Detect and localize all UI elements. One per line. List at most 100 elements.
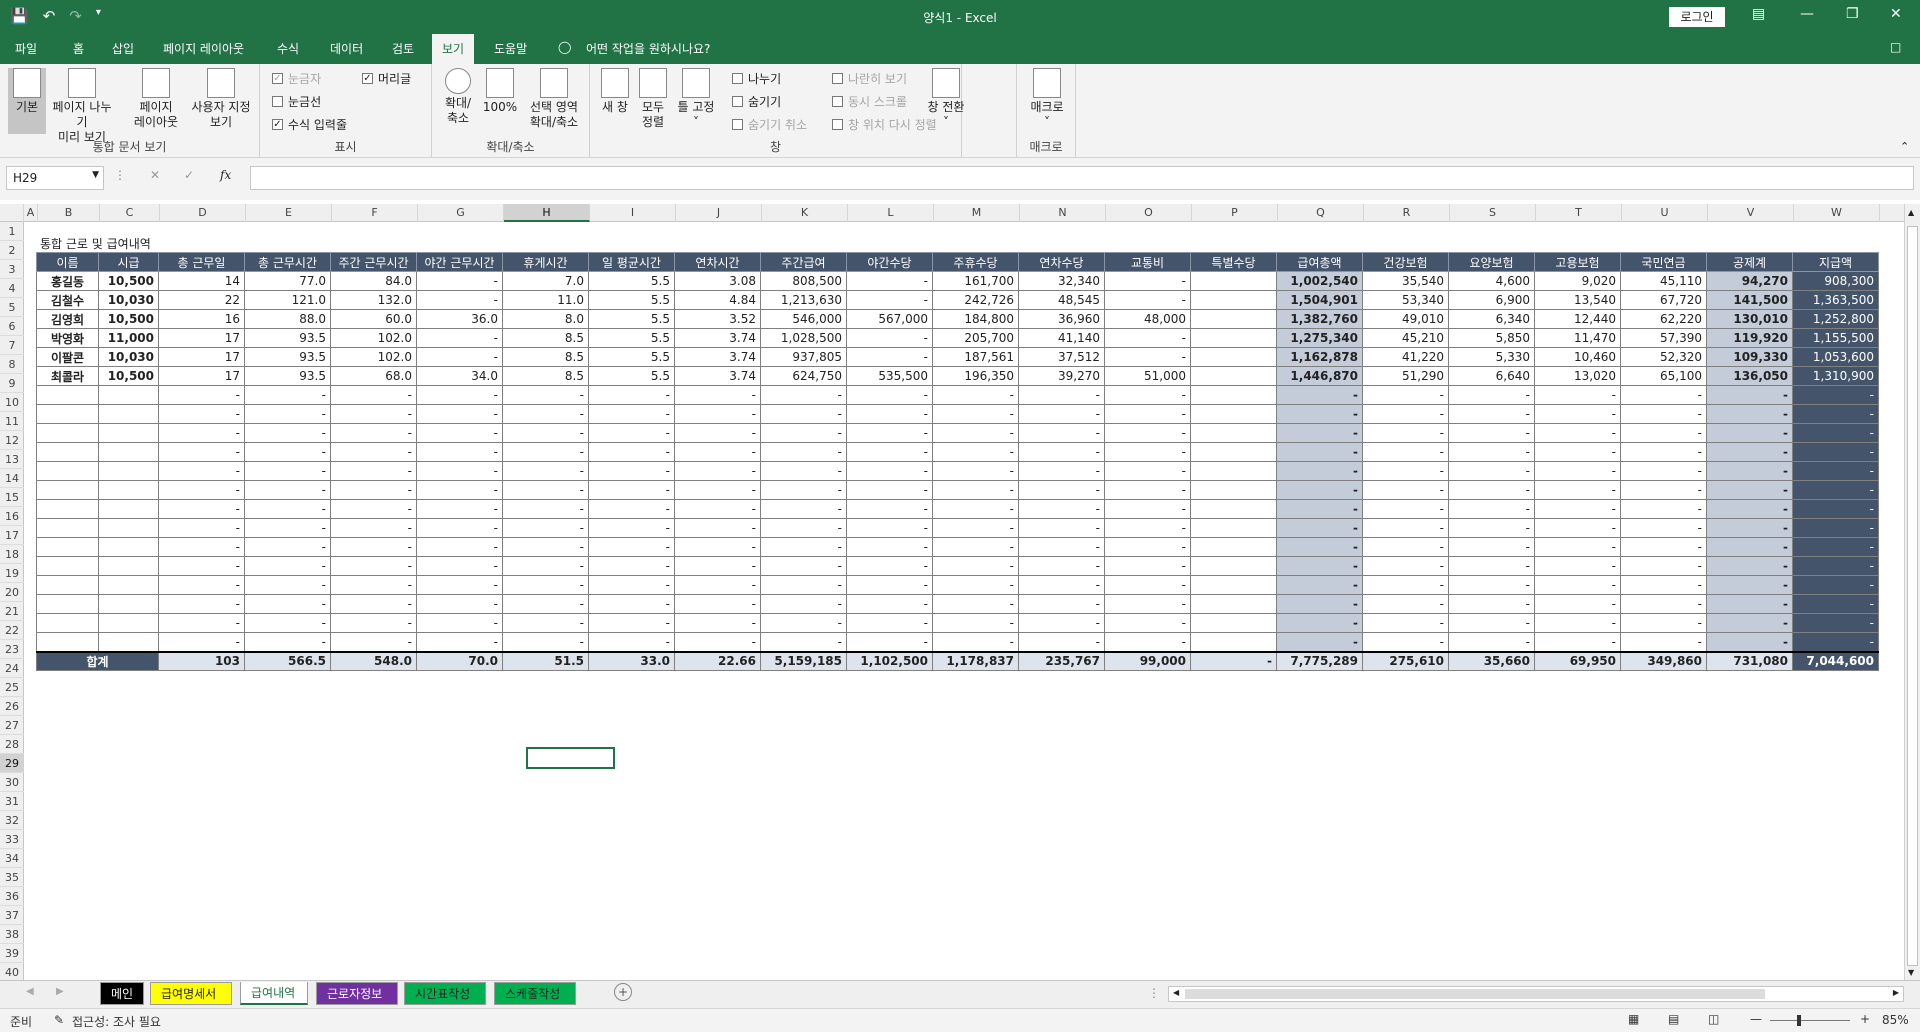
table-cell[interactable]: - (1362, 480, 1449, 500)
table-cell[interactable]: - (244, 385, 331, 405)
column-header-c[interactable]: C (100, 204, 160, 222)
table-cell[interactable]: - (846, 575, 933, 595)
table-cell[interactable]: - (416, 537, 503, 557)
table-cell[interactable]: 4.84 (674, 290, 761, 310)
table-cell[interactable]: - (1362, 575, 1449, 595)
table-cell[interactable]: - (158, 575, 245, 595)
table-cell[interactable]: - (502, 575, 589, 595)
headings-checkbox[interactable]: ✓ 머리글 (362, 70, 411, 87)
table-cell[interactable]: 136,050 (1706, 366, 1793, 386)
table-cell[interactable]: 36.0 (416, 309, 503, 329)
table-cell[interactable]: 937,805 (760, 347, 847, 367)
table-cell[interactable]: - (1104, 423, 1191, 443)
table-cell[interactable]: - (760, 499, 847, 519)
column-header-k[interactable]: K (762, 204, 848, 222)
table-cell[interactable]: - (1448, 385, 1535, 405)
table-cell[interactable]: - (416, 632, 503, 652)
table-cell[interactable]: - (1362, 518, 1449, 538)
table-cell[interactable]: - (1534, 385, 1621, 405)
normal-view-button[interactable]: 기본 (8, 68, 46, 134)
table-cell[interactable]: 84.0 (330, 271, 417, 291)
row-header-26[interactable]: 26 (0, 697, 24, 716)
table-cell[interactable]: - (760, 461, 847, 481)
row-header-18[interactable]: 18 (0, 545, 24, 564)
table-cell[interactable]: - (1276, 480, 1363, 500)
row-header-29[interactable]: 29 (0, 754, 24, 773)
column-heading[interactable]: 주간급여 (760, 252, 847, 272)
table-cell[interactable] (98, 537, 159, 557)
row-header-12[interactable]: 12 (0, 431, 24, 450)
table-cell[interactable]: - (674, 461, 761, 481)
table-cell[interactable]: - (1362, 613, 1449, 633)
table-cell[interactable]: - (1448, 461, 1535, 481)
table-cell[interactable]: - (1362, 632, 1449, 652)
table-cell[interactable]: - (1534, 480, 1621, 500)
table-cell[interactable]: 65,100 (1620, 366, 1707, 386)
table-cell[interactable]: - (588, 594, 675, 614)
tab-splitter-icon[interactable]: ⋮ (1148, 986, 1160, 1000)
table-cell[interactable]: - (674, 518, 761, 538)
column-heading[interactable]: 건강보험 (1362, 252, 1449, 272)
table-cell[interactable]: - (1620, 613, 1707, 633)
table-cell[interactable] (1190, 461, 1277, 481)
gridlines-checkbox[interactable]: 눈금선 (272, 93, 321, 110)
table-cell[interactable]: - (1362, 385, 1449, 405)
row-header-7[interactable]: 7 (0, 336, 24, 355)
table-cell[interactable] (98, 385, 159, 405)
table-cell[interactable]: 1,162,878 (1276, 347, 1363, 367)
table-cell[interactable]: - (846, 613, 933, 633)
table-cell[interactable]: - (416, 499, 503, 519)
table-cell[interactable]: - (674, 480, 761, 500)
table-cell[interactable]: - (1276, 461, 1363, 481)
table-cell[interactable]: 8.5 (502, 366, 589, 386)
table-cell[interactable]: - (1534, 442, 1621, 462)
table-cell[interactable]: - (1018, 442, 1105, 462)
table-cell[interactable]: 34.0 (416, 366, 503, 386)
table-cell[interactable]: 16 (158, 309, 245, 329)
table-cell[interactable]: - (1792, 480, 1879, 500)
row-header-32[interactable]: 32 (0, 811, 24, 830)
table-cell[interactable]: - (760, 423, 847, 443)
table-cell[interactable]: 1,504,901 (1276, 290, 1363, 310)
table-cell[interactable]: - (1534, 499, 1621, 519)
column-heading[interactable]: 국민연금 (1620, 252, 1707, 272)
row-header-3[interactable]: 3 (0, 260, 24, 279)
column-header-o[interactable]: O (1106, 204, 1192, 222)
row-header-5[interactable]: 5 (0, 298, 24, 317)
table-cell[interactable]: - (1018, 613, 1105, 633)
formula-input[interactable] (250, 166, 1914, 190)
table-cell[interactable]: - (244, 423, 331, 443)
row-header-17[interactable]: 17 (0, 526, 24, 545)
table-cell[interactable]: - (244, 632, 331, 652)
table-cell[interactable]: - (330, 575, 417, 595)
table-cell[interactable]: - (1620, 499, 1707, 519)
table-cell[interactable]: - (1018, 556, 1105, 576)
table-cell[interactable] (98, 632, 159, 652)
table-cell[interactable]: 11,000 (98, 328, 159, 348)
scroll-thumb[interactable] (1907, 226, 1918, 966)
table-cell[interactable]: - (330, 480, 417, 500)
table-cell[interactable]: - (588, 461, 675, 481)
table-cell[interactable]: - (588, 499, 675, 519)
table-cell[interactable]: - (416, 404, 503, 424)
table-cell[interactable]: 3.52 (674, 309, 761, 329)
table-cell[interactable]: - (502, 423, 589, 443)
page-break-icon[interactable]: ◫ (1708, 1012, 1719, 1026)
table-cell[interactable]: - (1362, 461, 1449, 481)
table-cell[interactable]: - (1792, 594, 1879, 614)
table-cell[interactable]: 51.5 (502, 650, 589, 671)
table-cell[interactable]: - (846, 347, 933, 367)
selected-cell[interactable] (526, 747, 615, 769)
table-cell[interactable]: - (416, 480, 503, 500)
table-cell[interactable]: 102.0 (330, 347, 417, 367)
table-cell[interactable]: - (1104, 290, 1191, 310)
row-header-22[interactable]: 22 (0, 621, 24, 640)
table-cell[interactable]: 1,252,800 (1792, 309, 1879, 329)
cancel-icon[interactable]: ✕ (150, 168, 160, 182)
table-cell[interactable]: - (1276, 518, 1363, 538)
table-cell[interactable]: 8.5 (502, 328, 589, 348)
table-cell[interactable] (1190, 575, 1277, 595)
table-cell[interactable]: 161,700 (932, 271, 1019, 291)
table-cell[interactable]: - (1104, 632, 1191, 652)
table-cell[interactable]: - (1276, 423, 1363, 443)
